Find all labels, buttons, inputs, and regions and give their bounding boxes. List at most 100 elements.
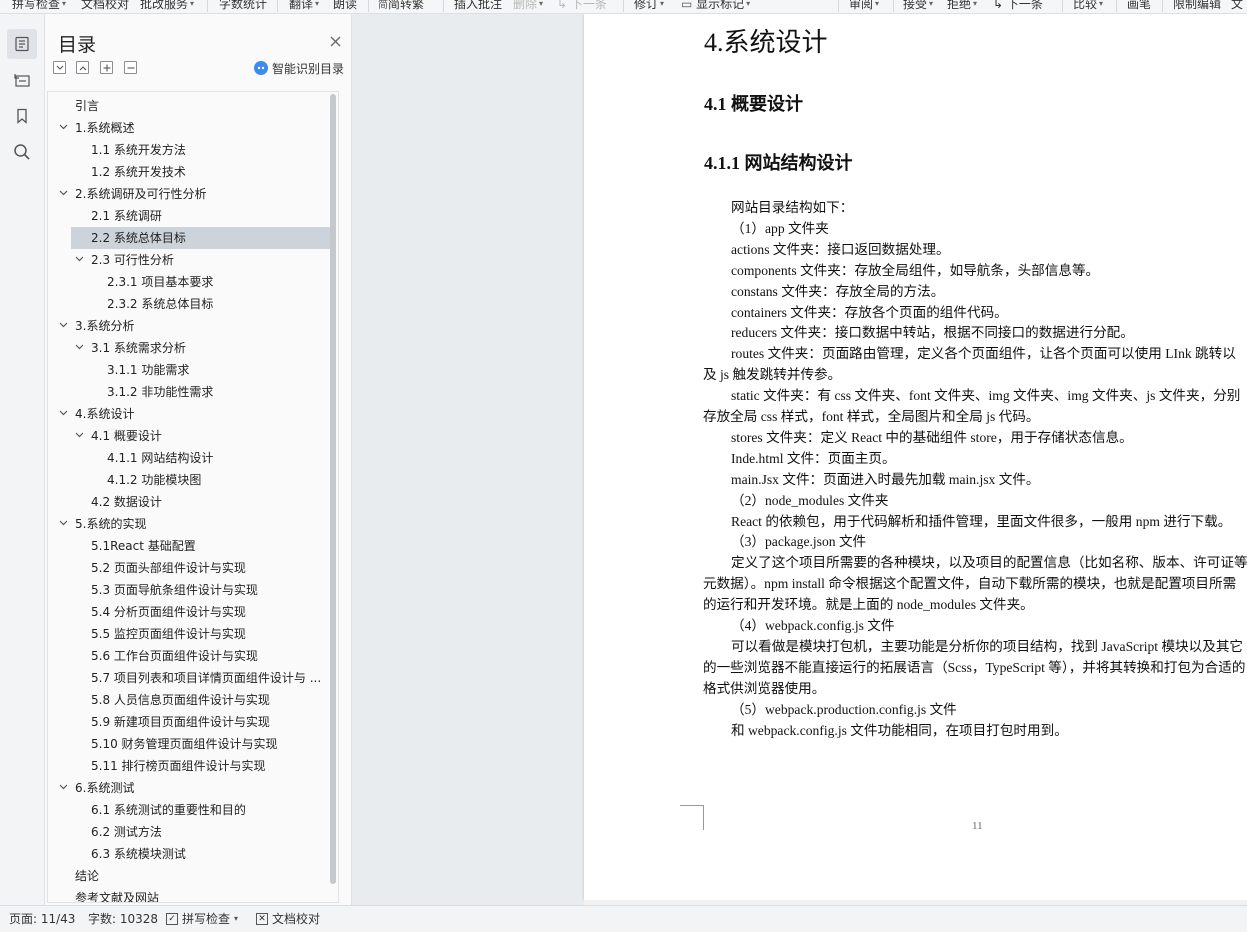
- collapse-all-icon[interactable]: [76, 61, 89, 74]
- expand-all-icon[interactable]: [53, 61, 66, 74]
- document-page[interactable]: 4.系统设计 4.1 概要设计 4.1.1 网站结构设计 11 网站目录结构如下…: [584, 14, 1247, 900]
- toc-item[interactable]: 2.2 系统总体目标: [71, 227, 331, 249]
- toc-expand-chevron-icon[interactable]: [58, 183, 68, 205]
- toc-expand-chevron-icon[interactable]: [58, 403, 68, 425]
- body-text-line: （2）node_modules 文件夹: [731, 492, 889, 508]
- translate-button[interactable]: 翻译 ▾: [289, 0, 319, 13]
- toc-expand-chevron-icon[interactable]: [58, 117, 68, 139]
- reject-button[interactable]: 拒绝 ▾: [947, 0, 977, 13]
- chevron-down-icon: ▾: [234, 914, 239, 923]
- review-toolbar: 拼写检查 ▾ 文档校对 批改服务 ▾ 字数统计 翻译 ▾ 朗读 简简转繁 插入批注 删…: [0, 0, 1247, 14]
- toc-item[interactable]: 1.2 系统开发技术: [71, 161, 331, 183]
- toc-item[interactable]: 3.1.1 功能需求: [71, 359, 331, 381]
- toc-item[interactable]: 2.3 可行性分析: [71, 249, 331, 271]
- toc-item[interactable]: 4.系统设计: [71, 403, 331, 425]
- review-pane-button[interactable]: 审阅 ▾: [849, 0, 879, 13]
- bookmark-icon[interactable]: [7, 101, 37, 131]
- toc-item[interactable]: 5.2 页面头部组件设计与实现: [71, 557, 331, 579]
- toc-item[interactable]: 5.5 监控页面组件设计与实现: [71, 623, 331, 645]
- toc-expand-chevron-icon[interactable]: [58, 315, 68, 337]
- section-heading: 4.1 概要设计: [704, 94, 803, 114]
- body-text-line: 的运行和开发环境。就是上面的 node_modules 文件夹。: [703, 597, 1034, 613]
- track-changes-button[interactable]: 修订 ▾: [634, 0, 664, 13]
- crop-mark: [680, 805, 703, 806]
- toc-item[interactable]: 5.10 财务管理页面组件设计与实现: [71, 733, 331, 755]
- toc-expand-chevron-icon[interactable]: [58, 777, 68, 799]
- toc-item[interactable]: 5.系统的实现: [71, 513, 331, 535]
- search-icon[interactable]: [7, 137, 37, 167]
- toc-item[interactable]: 5.1React 基础配置: [71, 535, 331, 557]
- toc-item[interactable]: 2.系统调研及可行性分析: [71, 183, 331, 205]
- toc-item[interactable]: 2.3.2 系统总体目标: [71, 293, 331, 315]
- body-text-line: 和 webpack.config.js 文件功能相同，在项目打包时用到。: [731, 722, 1068, 738]
- toc-scrollbar[interactable]: [330, 94, 336, 884]
- status-spell-check[interactable]: ✓ 拼写检查 ▾: [166, 910, 238, 928]
- toc-item[interactable]: 6.2 测试方法: [71, 821, 331, 843]
- toc-item[interactable]: 2.3.1 项目基本要求: [71, 271, 331, 293]
- show-markup-button[interactable]: ▭ 显示标记 ▾: [681, 0, 750, 13]
- body-text-line: （1）app 文件夹: [731, 220, 829, 236]
- body-text-line: Inde.html 文件：页面主页。: [731, 450, 896, 466]
- insert-comment-button[interactable]: 插入批注: [454, 0, 502, 13]
- next-comment-button[interactable]: ↳ 下一条: [557, 0, 607, 13]
- body-text-line: main.Jsx 文件：页面进入时最先加载 main.jsx 文件。: [731, 471, 1040, 487]
- toc-item[interactable]: 6.3 系统模块测试: [71, 843, 331, 865]
- toc-icon[interactable]: [7, 29, 37, 59]
- page-number: 11: [972, 820, 983, 832]
- toc-item[interactable]: 3.1.2 非功能性需求: [71, 381, 331, 403]
- toc-item[interactable]: 4.1.1 网站结构设计: [71, 447, 331, 469]
- toc-item[interactable]: 结论: [71, 865, 331, 887]
- simplified-to-traditional-button[interactable]: 简简转繁: [378, 0, 424, 13]
- page-indicator[interactable]: 页面: 11/43: [9, 910, 75, 928]
- navigation-icon[interactable]: [7, 65, 37, 95]
- toc-item[interactable]: 2.1 系统调研: [71, 205, 331, 227]
- toc-item[interactable]: 3.系统分析: [71, 315, 331, 337]
- correction-service-button[interactable]: 批改服务 ▾: [140, 0, 194, 13]
- toc-item[interactable]: 1.1 系统开发方法: [71, 139, 331, 161]
- toc-item[interactable]: 引言: [71, 95, 331, 117]
- toc-item[interactable]: 5.4 分析页面组件设计与实现: [71, 601, 331, 623]
- spell-check-button[interactable]: 拼写检查 ▾: [12, 0, 66, 13]
- delete-comment-button[interactable]: 删除 ▾: [513, 0, 543, 13]
- toc-item[interactable]: 4.1 概要设计: [71, 425, 331, 447]
- pen-button[interactable]: 画笔: [1127, 0, 1151, 13]
- word-count-button[interactable]: 字数统计: [219, 0, 267, 13]
- close-icon[interactable]: [328, 34, 342, 48]
- compare-button[interactable]: 比较 ▾: [1073, 0, 1103, 13]
- document-rights-button[interactable]: 文: [1231, 0, 1243, 13]
- toc-item[interactable]: 3.1 系统需求分析: [71, 337, 331, 359]
- next-change-button[interactable]: ↳ 下一条: [993, 0, 1043, 13]
- smart-toc-button[interactable]: 智能识别目录: [254, 59, 344, 77]
- toc-item[interactable]: 5.6 工作台页面组件设计与实现: [71, 645, 331, 667]
- body-text-line: （5）webpack.production.config.js 文件: [731, 701, 957, 717]
- add-heading-icon[interactable]: [100, 61, 113, 74]
- toc-item[interactable]: 4.2 数据设计: [71, 491, 331, 513]
- toc-item[interactable]: 4.1.2 功能模块图: [71, 469, 331, 491]
- toc-item[interactable]: 5.3 页面导航条组件设计与实现: [71, 579, 331, 601]
- check-icon: ✓: [166, 913, 178, 925]
- toc-item[interactable]: 5.11 排行榜页面组件设计与实现: [71, 755, 331, 777]
- toc-expand-chevron-icon[interactable]: [58, 513, 68, 535]
- next-icon: ↳: [557, 0, 571, 11]
- word-count[interactable]: 字数: 10328: [88, 910, 158, 928]
- toc-item[interactable]: 参考文献及网站: [71, 887, 331, 902]
- markup-icon: ▭: [681, 0, 697, 11]
- remove-heading-icon[interactable]: [124, 61, 137, 74]
- toc-item[interactable]: 5.8 人员信息页面组件设计与实现: [71, 689, 331, 711]
- status-proofread[interactable]: ✕ 文档校对: [256, 910, 320, 928]
- body-text-line: 的一些浏览器不能直接运行的拓展语言（Scss，TypeScript 等），并将其…: [703, 659, 1246, 675]
- toc-item[interactable]: 6.系统测试: [71, 777, 331, 799]
- status-spell-label: 拼写检查: [182, 912, 231, 926]
- doc-proofread-button[interactable]: 文档校对: [81, 0, 129, 13]
- toc-item[interactable]: 5.9 新建项目页面组件设计与实现: [71, 711, 331, 733]
- next-change-icon: ↳: [993, 0, 1007, 11]
- accept-button[interactable]: 接受 ▾: [903, 0, 933, 13]
- ai-icon: [254, 61, 268, 75]
- toc-item[interactable]: 1.系统概述: [71, 117, 331, 139]
- body-text-line: reducers 文件夹：接口数据中转站，根据不同接口的数据进行分配。: [731, 325, 1134, 341]
- restrict-editing-button[interactable]: 限制编辑: [1173, 0, 1221, 13]
- subsection-heading: 4.1.1 网站结构设计: [704, 153, 853, 173]
- toc-item[interactable]: 6.1 系统测试的重要性和目的: [71, 799, 331, 821]
- toc-item[interactable]: 5.7 项目列表和项目详情页面组件设计与 ...: [71, 667, 331, 689]
- read-aloud-button[interactable]: 朗读: [333, 0, 357, 13]
